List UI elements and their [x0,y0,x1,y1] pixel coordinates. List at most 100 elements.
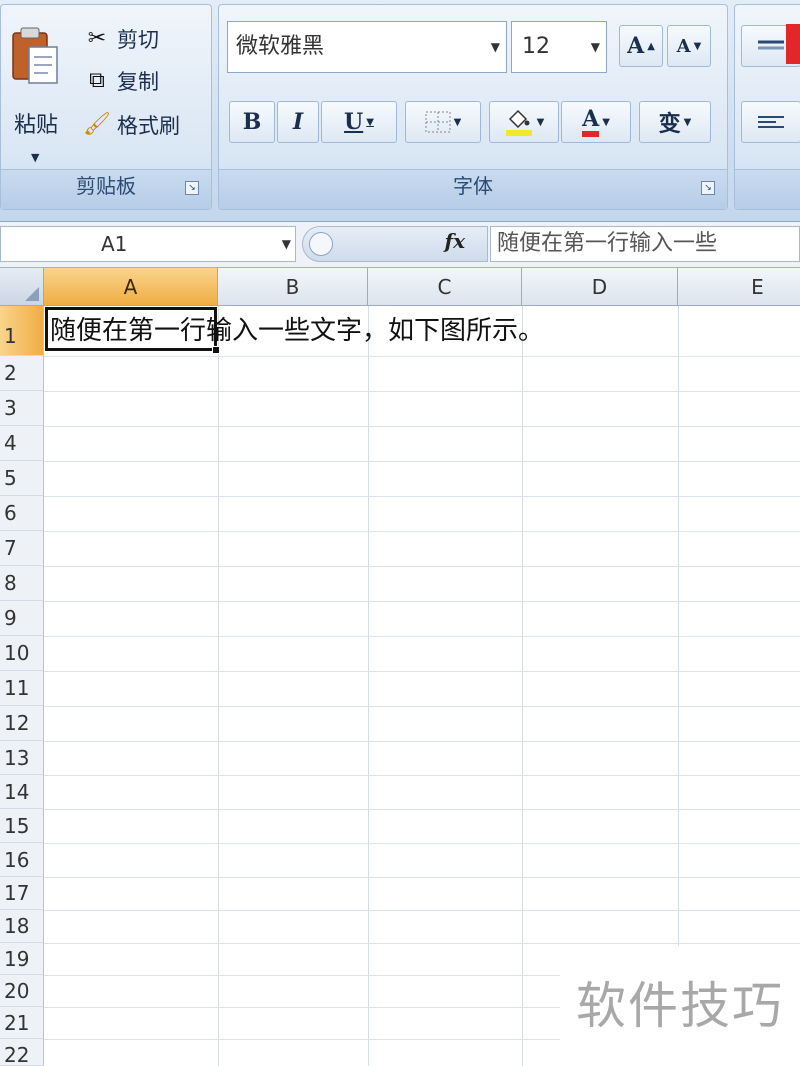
chevron-down-icon: ▼ [453,116,462,128]
insert-function-button[interactable]: fx [444,229,465,253]
formula-controls: fx [302,226,488,262]
gridline [522,306,523,1066]
column-header-e[interactable]: E [678,268,800,306]
gridline [44,741,800,742]
row-header-22[interactable]: 22 [0,1039,44,1066]
alignment-group-footer [735,169,800,209]
italic-button[interactable]: I [277,101,319,143]
dialog-launcher-icon[interactable]: ↘ [185,181,199,195]
chevron-down-icon[interactable]: ▼ [282,227,291,261]
gridline [44,706,800,707]
cut-button[interactable]: ✂ 剪切 [83,19,203,59]
chevron-down-icon[interactable]: ▼ [591,22,600,72]
gridline [44,843,800,844]
gridline [368,306,369,1066]
ribbon-edge-color-swatch [786,24,800,64]
gridline [44,461,800,462]
caret-up-icon: ▲ [647,40,655,52]
format-painter-label: 格式刷 [117,114,180,138]
row-header-20[interactable]: 20 [0,975,44,1007]
align-top-icon [758,40,784,50]
row-header-3[interactable]: 3 [0,391,44,426]
gridline [44,601,800,602]
copy-button[interactable]: ⧉ 复制 [83,61,203,101]
row-header-15[interactable]: 15 [0,809,44,843]
bold-button[interactable]: B [229,101,275,143]
row-header-19[interactable]: 19 [0,943,44,975]
font-color-label: A [582,107,600,137]
gridline [44,391,800,392]
scissors-icon: ✂ [87,26,107,51]
gridline [44,356,800,357]
chevron-down-icon: ▼ [683,116,692,128]
row-header-7[interactable]: 7 [0,531,44,566]
paste-icon [12,27,58,84]
row-header-5[interactable]: 5 [0,461,44,496]
row-header-8[interactable]: 8 [0,566,44,601]
row-header-13[interactable]: 13 [0,741,44,775]
row-header-12[interactable]: 12 [0,706,44,741]
chevron-down-icon: ▼ [366,116,374,128]
column-header-c[interactable]: C [368,268,522,306]
row-header-6[interactable]: 6 [0,496,44,531]
row-header-11[interactable]: 11 [0,671,44,706]
font-size-select[interactable]: 12 ▼ [511,21,607,73]
gridline [44,775,800,776]
gridline [218,306,219,1066]
gridline [44,426,800,427]
row-header-14[interactable]: 14 [0,775,44,809]
watermark-text: 软件技巧 [560,946,800,1066]
gridline [44,636,800,637]
column-header-d[interactable]: D [522,268,678,306]
copy-icon: ⧉ [89,68,105,93]
row-header-2[interactable]: 2 [0,356,44,391]
clipboard-group: 粘贴 ▼ ✂ 剪切 ⧉ 复制 🖌 格式刷 剪贴板 ↘ [0,4,212,210]
gridline [44,531,800,532]
bold-label: B [242,109,262,135]
formula-input[interactable]: 随便在第一行输入一些 [490,226,800,262]
font-group: 微软雅黑 ▼ 12 ▼ A ▲ A ▼ B I U ▼ ▼ ▼ A ▼ 变 ▼ … [218,4,728,210]
grow-font-label: A [627,33,645,59]
dialog-launcher-icon[interactable]: ↘ [701,181,715,195]
font-size-value: 12 [522,34,550,59]
name-box[interactable]: A1 ▼ [0,226,296,262]
paint-bucket-icon [505,109,532,136]
ribbon: 粘贴 ▼ ✂ 剪切 ⧉ 复制 🖌 格式刷 剪贴板 ↘ 微软雅黑 ▼ 12 ▼ A… [0,0,800,222]
cell-a1-text: 随便在第一行输入一些文字，如下图所示。 [50,316,545,346]
column-header-b[interactable]: B [218,268,368,306]
row-header-17[interactable]: 17 [0,877,44,910]
align-left-icon [758,116,784,128]
fill-color-button[interactable]: ▼ [489,101,559,143]
row-header-4[interactable]: 4 [0,426,44,461]
row-header-21[interactable]: 21 [0,1007,44,1039]
row-header-18[interactable]: 18 [0,910,44,943]
font-color-button[interactable]: A ▼ [561,101,631,143]
brush-icon: 🖌 [83,112,111,137]
gridline [44,910,800,911]
select-all-button[interactable] [0,268,44,306]
chevron-down-icon[interactable]: ▼ [31,151,39,164]
splitter-handle[interactable] [309,232,333,256]
font-name-select[interactable]: 微软雅黑 ▼ [227,21,507,73]
format-painter-button[interactable]: 🖌 格式刷 [83,105,203,145]
row-header-9[interactable]: 9 [0,601,44,636]
font-name-value: 微软雅黑 [236,34,325,59]
shrink-font-button[interactable]: A ▼ [667,25,711,67]
row-header-16[interactable]: 16 [0,843,44,877]
row-header-1[interactable]: 1 [0,306,44,356]
paste-button[interactable]: 粘贴 ▼ [5,15,67,165]
grow-font-button[interactable]: A ▲ [619,25,663,67]
chevron-down-icon[interactable]: ▼ [491,22,500,72]
border-button[interactable]: ▼ [405,101,481,143]
border-icon [425,111,451,133]
underline-label: U [344,109,364,135]
phonetic-button[interactable]: 变 ▼ [639,101,711,143]
clipboard-group-label: 剪贴板 [76,174,136,198]
align-left-button[interactable] [741,101,800,143]
chevron-down-icon: ▼ [602,116,610,128]
column-header-a[interactable]: A [44,268,218,306]
cut-label: 剪切 [117,28,159,52]
row-header-10[interactable]: 10 [0,636,44,671]
paste-label: 粘贴 [13,113,58,138]
underline-button[interactable]: U ▼ [321,101,397,143]
